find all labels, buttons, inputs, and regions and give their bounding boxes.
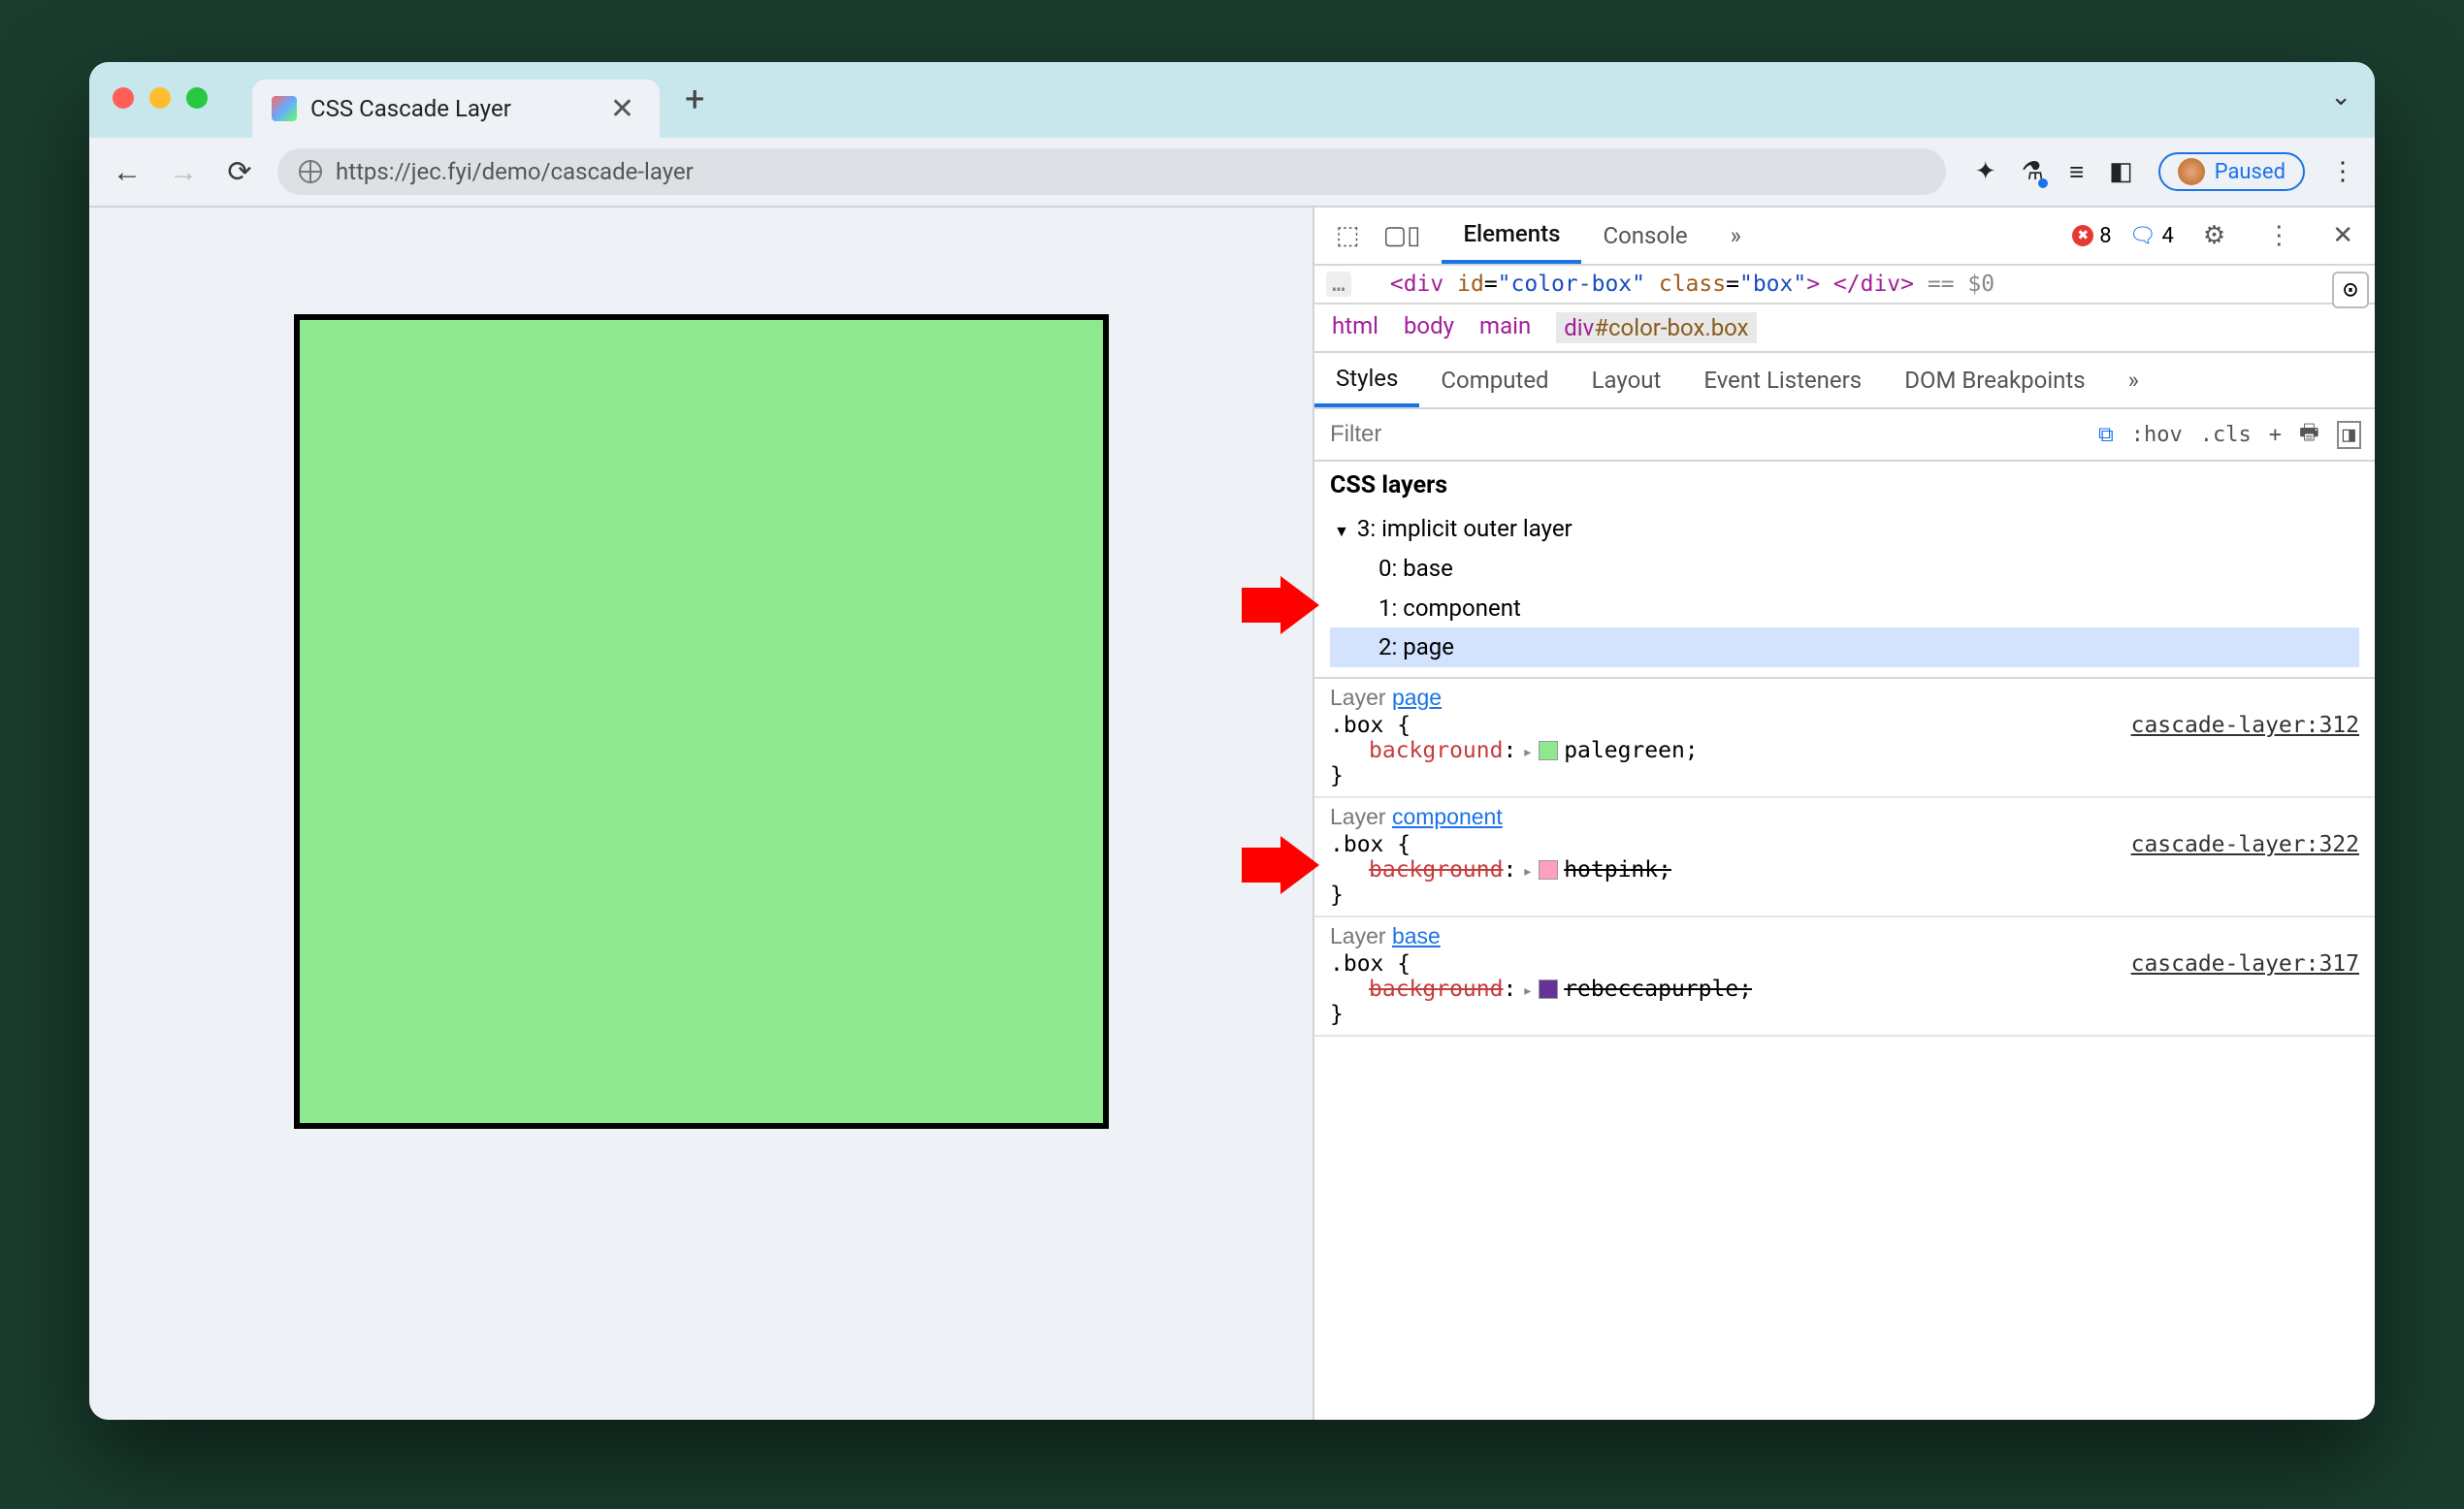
styles-tab-bar: Styles Computed Layout Event Listeners D… [1314,353,2375,409]
tab-dom-breakpoints[interactable]: DOM Breakpoints [1883,353,2106,407]
cls-toggle[interactable]: .cls [2200,423,2252,447]
minimize-window-button[interactable] [149,87,171,109]
profile-paused-pill[interactable]: Paused [2158,152,2305,191]
rule-source-link[interactable]: cascade-layer:317 [2131,951,2359,977]
forward-button[interactable]: → [165,155,202,189]
rule-layer-header: Layer base [1330,923,2359,949]
url-text: https://jec.fyi/demo/cascade-layer [336,158,694,185]
errors-badge[interactable]: 8 [2072,224,2111,248]
dom-tree-row[interactable]: … <div id="color-box" class="box"> </div… [1314,266,2375,305]
close-devtools-button[interactable]: ✕ [2320,221,2365,250]
rule-source-link[interactable]: cascade-layer:322 [2131,832,2359,857]
tabs-overflow[interactable]: » [1709,208,1763,264]
tab-layout[interactable]: Layout [1571,353,1683,407]
globe-icon [299,160,322,183]
rule-close-brace: } [1330,1002,2359,1027]
styles-filter-bar: ⧉ :hov .cls + 🖶 ◨ [1314,409,2375,462]
page-viewport [89,208,1313,1420]
print-icon[interactable]: 🖶 [2299,416,2319,453]
tab-console[interactable]: Console [1581,208,1708,264]
more-icon[interactable]: ⋮ [2254,221,2303,250]
browser-window: CSS Cascade Layer ✕ + ⌄ ← → ⟳ https://je… [89,62,2375,1420]
accessibility-icon[interactable]: ⊙ [2332,272,2369,308]
annotation-arrow-2 [1242,836,1319,894]
toolbar-actions: ✦ ⚗ ≡ ◧ Paused ⋮ [1965,152,2355,191]
rule-source-link[interactable]: cascade-layer:312 [2131,713,2359,738]
rule-property[interactable]: background:palegreen; [1330,738,2359,763]
beaker-icon[interactable]: ⚗ [2022,157,2044,186]
issues-badge[interactable]: 4 [2129,224,2174,248]
favicon-icon [272,96,297,121]
sidebar-toggle-icon[interactable]: ◨ [2337,421,2361,449]
styles-tabs-overflow[interactable]: » [2107,353,2160,407]
close-window-button[interactable] [113,87,134,109]
devtools-toolbar: ⬚ ▢▯ Elements Console » 8 4 ⚙ ⋮ ✕ [1314,208,2375,266]
rule-selector[interactable]: .box { [1330,832,1410,857]
avatar-icon [2178,158,2205,185]
reload-button[interactable]: ⟳ [221,155,258,189]
maximize-window-button[interactable] [186,87,208,109]
tab-elements[interactable]: Elements [1442,208,1581,264]
layer-link[interactable]: page [1392,685,1442,710]
crumb-body[interactable]: body [1404,312,1454,343]
layer-link[interactable]: base [1392,923,1441,948]
tab-event-listeners[interactable]: Event Listeners [1682,353,1883,407]
tab-title: CSS Cascade Layer [310,95,591,122]
inspect-icon[interactable]: ⬚ [1324,221,1372,250]
crumb-html[interactable]: html [1332,312,1378,343]
hov-toggle[interactable]: :hov [2131,423,2183,447]
extensions-icon[interactable]: ✦ [1975,157,1996,186]
tabs-dropdown-button[interactable]: ⌄ [2330,82,2351,117]
address-bar: ← → ⟳ https://jec.fyi/demo/cascade-layer… [89,138,2375,206]
devtools-panel: ⬚ ▢▯ Elements Console » 8 4 ⚙ ⋮ ✕ … [1313,208,2375,1420]
rule-layer-header: Layer component [1330,804,2359,830]
tab-strip: CSS Cascade Layer ✕ + ⌄ [89,62,2375,138]
style-rule[interactable]: Layer component .box { cascade-layer:322… [1314,798,2375,917]
rule-selector[interactable]: .box { [1330,713,1410,738]
layer-root-row[interactable]: 3: implicit outer layer [1330,509,2359,549]
close-tab-button[interactable]: ✕ [604,92,640,126]
rule-property[interactable]: background:hotpink; [1330,857,2359,883]
settings-icon[interactable]: ⚙ [2191,221,2237,250]
device-toggle-icon[interactable]: ▢▯ [1372,221,1433,250]
css-layers-heading: CSS layers [1330,471,2359,499]
tab-computed[interactable]: Computed [1419,353,1570,407]
playlist-icon[interactable]: ≡ [2069,157,2084,187]
annotation-arrow-1 [1242,576,1319,634]
url-field[interactable]: https://jec.fyi/demo/cascade-layer [277,148,1946,195]
rule-close-brace: } [1330,763,2359,788]
dom-breadcrumb[interactable]: html body main div#color-box.box [1314,305,2375,353]
layer-item-base[interactable]: 0: base [1330,549,2359,589]
color-box-element [294,314,1109,1129]
rule-layer-header: Layer page [1330,685,2359,711]
layer-item-component[interactable]: 1: component [1330,589,2359,628]
rule-property[interactable]: background:rebeccapurple; [1330,977,2359,1002]
tab-styles[interactable]: Styles [1314,353,1419,407]
layer-item-page[interactable]: 2: page [1330,627,2359,667]
browser-tab[interactable]: CSS Cascade Layer ✕ [252,80,660,138]
rule-selector[interactable]: .box { [1330,951,1410,977]
style-rules-list: Layer page .box { cascade-layer:312 back… [1314,679,2375,1037]
panel-icon[interactable]: ◧ [2109,157,2133,186]
window-controls [113,87,252,112]
style-rule[interactable]: Layer page .box { cascade-layer:312 back… [1314,679,2375,798]
new-rule-button[interactable]: + [2269,423,2282,447]
crumb-main[interactable]: main [1479,312,1531,343]
crumb-selected[interactable]: div#color-box.box [1556,312,1756,343]
dom-ellipsis[interactable]: … [1326,272,1351,297]
back-button[interactable]: ← [109,155,146,189]
layers-icon[interactable]: ⧉ [2098,423,2114,447]
layer-link[interactable]: component [1392,804,1503,829]
style-rule[interactable]: Layer base .box { cascade-layer:317 back… [1314,917,2375,1037]
css-layers-section: CSS layers 3: implicit outer layer 0: ba… [1314,462,2375,679]
styles-filter-input[interactable] [1322,417,1671,452]
new-tab-button[interactable]: + [660,79,729,121]
rule-close-brace: } [1330,883,2359,908]
kebab-menu-button[interactable]: ⋮ [2330,157,2355,186]
paused-label: Paused [2215,160,2286,184]
